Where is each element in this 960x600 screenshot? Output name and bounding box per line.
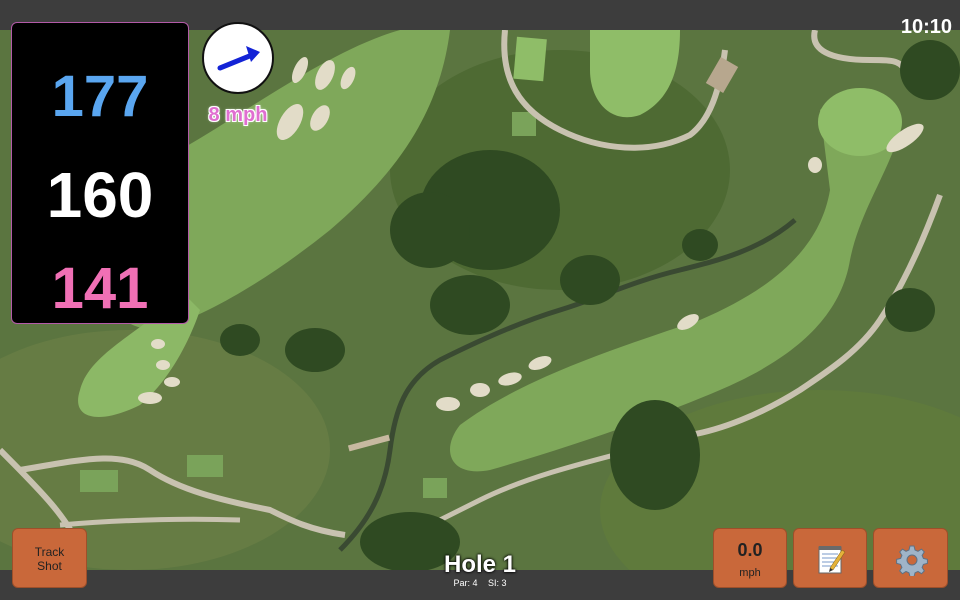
hole-details: Par: 4 SI: 3 (380, 578, 580, 588)
notes-button[interactable] (793, 528, 867, 588)
hole-par: Par: 4 (453, 578, 478, 588)
wind-unit: mph (739, 567, 761, 579)
wind-speed-button[interactable]: 0.0 mph (713, 528, 787, 588)
notepad-icon (818, 546, 846, 574)
wind-value: 0.0 (737, 540, 763, 560)
track-shot-button[interactable]: Track Shot (12, 528, 87, 588)
status-clock: 10:10 (900, 16, 952, 38)
front-distance: 141 (51, 256, 149, 321)
wind-indicator (202, 22, 274, 94)
settings-button[interactable] (873, 528, 948, 588)
distances-panel: 177 160 141 (11, 22, 189, 324)
center-distance: 160 (46, 159, 154, 231)
hole-title: Hole 1 (443, 551, 517, 578)
wind-speed-label: 8 mph (208, 104, 268, 126)
back-distance: 177 (51, 64, 149, 129)
gear-icon (896, 545, 928, 576)
track-shot-label: Track Shot (34, 545, 65, 573)
hole-stroke-index: SI: 3 (488, 578, 507, 588)
wind-arrow-icon (217, 46, 260, 71)
